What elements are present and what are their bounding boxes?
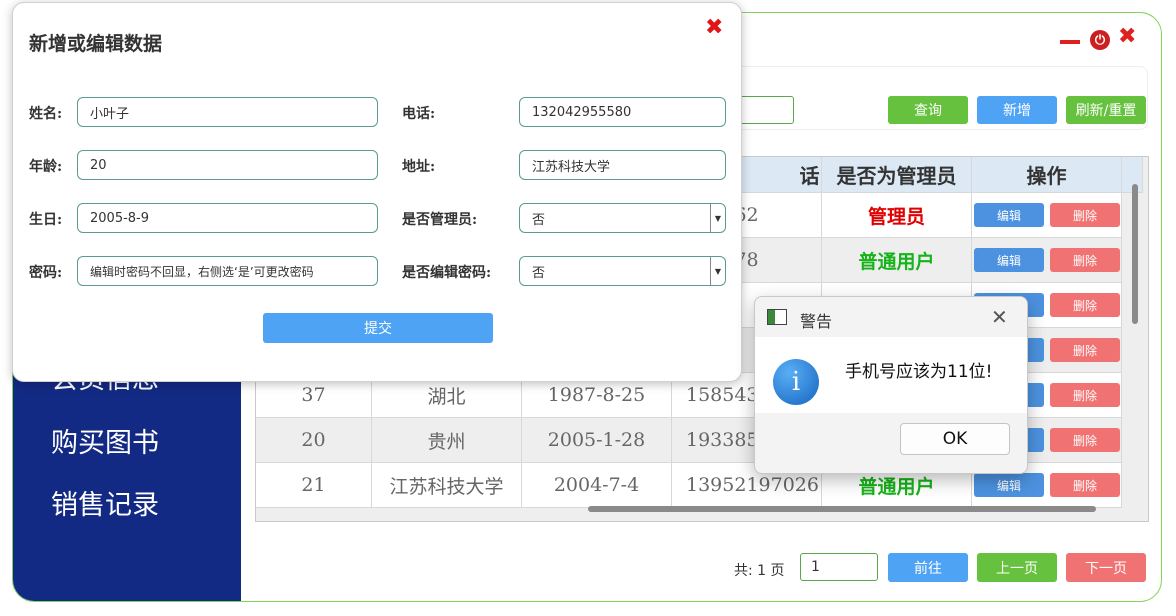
delete-row-button[interactable]: 删除 [1050, 428, 1120, 452]
prev-page-button[interactable]: 上一页 [977, 553, 1057, 582]
delete-row-button[interactable]: 删除 [1050, 293, 1120, 317]
sidebar-item-sales[interactable]: 销售记录 [51, 483, 159, 522]
edit-row-button[interactable]: 编辑 [974, 248, 1044, 272]
submit-button[interactable]: 提交 [263, 313, 493, 343]
horizontal-scrollbar[interactable] [588, 506, 1096, 512]
phone-label: 电话: [402, 106, 436, 122]
minimize-icon[interactable] [1060, 40, 1080, 44]
sidebar-item-buy-books[interactable]: 购买图书 [51, 421, 159, 460]
address-input[interactable]: 江苏科技大学 [519, 150, 726, 180]
refresh-button[interactable]: 刷新/重置 [1066, 96, 1146, 124]
table-cell-age: 21 [256, 463, 372, 508]
name-input[interactable]: 小叶子 [77, 97, 378, 127]
alert-title: 警告 [800, 312, 833, 331]
edit-dialog: 新增或编辑数据 ✖ 姓名: 小叶子 电话: 132042955580 年龄: 2… [12, 2, 742, 382]
password-label: 密码: [29, 265, 63, 281]
age-input[interactable]: 20 [77, 150, 378, 180]
delete-row-button[interactable]: 删除 [1050, 383, 1120, 407]
table-cell-address: 贵州 [372, 418, 522, 463]
birthday-label: 生日: [29, 212, 63, 228]
table-cell-role: 普通用户 [822, 238, 972, 283]
edit-password-select[interactable]: 否 ▼ [519, 256, 726, 286]
sidebar: 会员信息 购买图书 销售记录 [13, 371, 241, 601]
admin-label: 是否管理员: [402, 212, 478, 228]
warning-alert: 警告 ✕ i 手机号应该为11位! OK [754, 296, 1028, 474]
delete-row-button[interactable]: 删除 [1050, 338, 1120, 362]
delete-row-button[interactable]: 删除 [1050, 203, 1120, 227]
dialog-close-icon[interactable]: ✖ [705, 15, 723, 40]
edit-password-label: 是否编辑密码: [402, 265, 492, 281]
edit-row-button[interactable]: 编辑 [974, 473, 1044, 497]
table-cell-role: 管理员 [822, 193, 972, 238]
table-header-admin: 是否为管理员 [822, 157, 972, 193]
alert-body: i 手机号应该为11位! [755, 337, 1027, 413]
add-button[interactable]: 新增 [977, 96, 1057, 124]
dialog-title: 新增或编辑数据 [29, 33, 163, 55]
edit-row-button[interactable]: 编辑 [974, 203, 1044, 227]
delete-row-button[interactable]: 删除 [1050, 248, 1120, 272]
phone-input[interactable]: 132042955580 [519, 97, 726, 127]
delete-row-button[interactable]: 删除 [1050, 473, 1120, 497]
ok-button[interactable]: OK [900, 423, 1010, 455]
page-total: 共: 1 页 [734, 563, 785, 579]
name-label: 姓名: [29, 106, 63, 122]
table-cell-birthday: 2004-7-4 [522, 463, 672, 508]
alert-message: 手机号应该为11位! [845, 362, 993, 382]
power-icon[interactable]: ⏻ [1090, 30, 1110, 50]
info-icon: i [773, 359, 819, 405]
chevron-down-icon[interactable]: ▼ [710, 204, 725, 232]
chevron-down-icon[interactable]: ▼ [710, 257, 725, 285]
vertical-scrollbar[interactable] [1132, 184, 1138, 324]
password-input[interactable]: 编辑时密码不回显，右侧选‘是’可更改密码 [77, 256, 378, 286]
next-page-button[interactable]: 下一页 [1066, 553, 1146, 582]
alert-close-icon[interactable]: ✕ [991, 305, 1008, 329]
edit-password-select-value: 否 [532, 265, 546, 281]
table-header-actions: 操作 [972, 157, 1122, 193]
birthday-input[interactable]: 2005-8-9 [77, 203, 378, 233]
table-cell-age: 20 [256, 418, 372, 463]
age-label: 年龄: [29, 159, 63, 175]
admin-select-value: 否 [532, 212, 546, 228]
admin-select[interactable]: 否 ▼ [519, 203, 726, 233]
table-cell-address: 江苏科技大学 [372, 463, 522, 508]
page-input[interactable]: 1 [800, 553, 878, 581]
table-cell-birthday: 2005-1-28 [522, 418, 672, 463]
close-icon[interactable]: ✖ [1118, 26, 1136, 48]
query-button[interactable]: 查询 [888, 96, 968, 124]
address-label: 地址: [402, 159, 436, 175]
go-button[interactable]: 前往 [888, 553, 968, 582]
app-window-icon [767, 309, 787, 325]
